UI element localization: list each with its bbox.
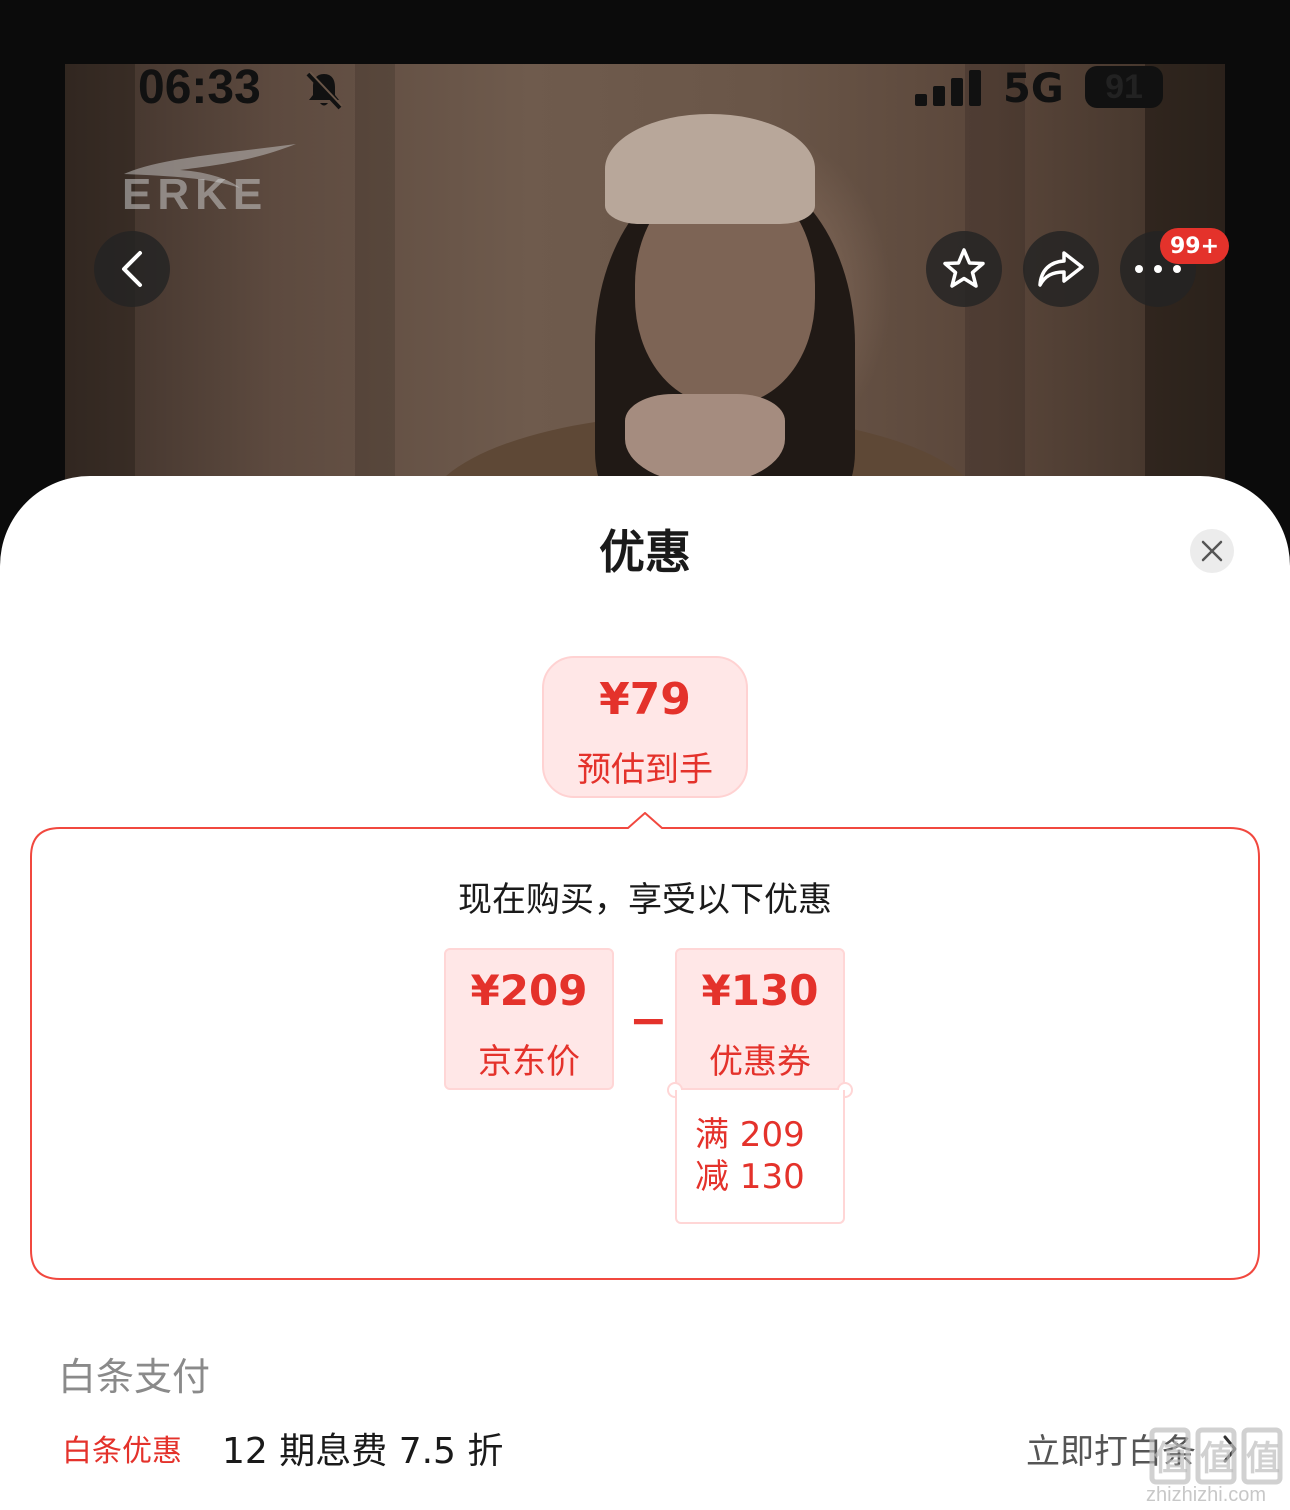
status-time: 06:33 xyxy=(138,61,261,114)
close-icon xyxy=(1201,540,1223,562)
baitiao-section-title: 白条支付 xyxy=(58,1355,211,1399)
star-icon xyxy=(943,248,985,288)
baitiao-description: 12 期息费 7.5 折 xyxy=(222,1431,504,1472)
watermark-glyph: 值 xyxy=(1200,1439,1234,1479)
estimated-price: ¥79 xyxy=(599,674,691,725)
back-button[interactable] xyxy=(94,231,170,307)
coupon-amount: ¥130 xyxy=(701,966,819,1015)
offer-heading: 现在购买，享受以下优惠 xyxy=(458,880,832,920)
watermark-glyph: 值 xyxy=(1154,1439,1188,1479)
status-network: 5G xyxy=(1003,66,1064,112)
more-icon xyxy=(1135,265,1181,273)
sheet-title: 优惠 xyxy=(599,525,691,579)
minus-sign: − xyxy=(629,993,668,1047)
signal-icon xyxy=(915,70,981,106)
coupon-threshold: 满 209 xyxy=(695,1115,805,1155)
estimated-price-label: 预估到手 xyxy=(577,750,713,790)
favorite-button[interactable] xyxy=(926,231,1002,307)
share-button[interactable] xyxy=(1023,231,1099,307)
watermark-url: zhizhizhi.com xyxy=(1146,1484,1267,1506)
jd-price-amount: ¥209 xyxy=(470,966,588,1015)
brand-name: ERKE xyxy=(122,170,269,219)
discount-sheet: 优惠 ¥79 预估到手 现在购买，享受以下优惠 ¥209 京东价 − ¥130 … xyxy=(0,476,1290,1510)
watermark-glyph: 值 xyxy=(1246,1439,1280,1479)
jd-price-label: 京东价 xyxy=(478,1042,580,1082)
estimated-price-box: ¥79 预估到手 xyxy=(542,656,748,798)
coupon-label: 优惠券 xyxy=(709,1042,811,1082)
chevron-left-icon xyxy=(122,251,142,287)
share-icon xyxy=(1038,251,1084,287)
jd-price-card: ¥209 京东价 xyxy=(444,948,614,1090)
bell-muted-icon xyxy=(306,71,343,110)
baitiao-tag: 白条优惠 xyxy=(62,1434,182,1469)
coupon-card[interactable]: ¥130 优惠券 xyxy=(675,948,845,1090)
close-button[interactable] xyxy=(1190,529,1234,573)
battery-indicator: 91 xyxy=(1085,66,1163,108)
message-count-badge: 99+ xyxy=(1160,228,1230,264)
coupon-detail: 满 209 减 130 xyxy=(675,1090,845,1224)
coupon-reduction: 减 130 xyxy=(695,1157,805,1197)
